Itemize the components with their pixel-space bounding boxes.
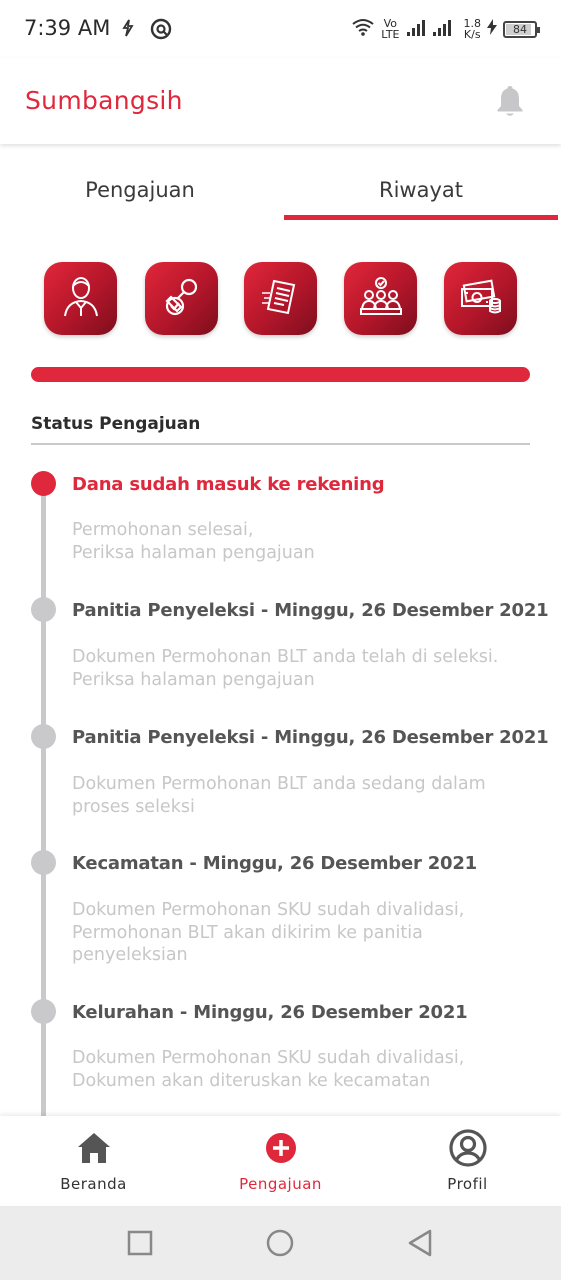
timeline-title: Panitia Penyeleksi - Minggu, 26 Desember… — [72, 600, 549, 621]
sync-icon — [120, 18, 136, 43]
timeline-title: Kecamatan - Minggu, 26 Desember 2021 — [72, 853, 477, 874]
vpn-icon — [150, 18, 172, 45]
timeline-dot — [31, 999, 56, 1024]
status-bar: 7:39 AM Vo LTE 1.8 K/s 84 — [0, 0, 561, 58]
process-steps — [44, 262, 524, 336]
tab-pengajuan[interactable]: Pengajuan — [0, 150, 280, 222]
person-icon — [61, 274, 101, 323]
step-person[interactable] — [44, 262, 117, 335]
back-button[interactable] — [404, 1226, 438, 1260]
home-icon — [76, 1130, 112, 1166]
plus-circle-icon — [263, 1130, 299, 1166]
timeline-description: Dokumen Permohonan BLT anda sedang dalam… — [72, 774, 486, 817]
committee-icon — [359, 275, 403, 322]
profile-icon — [448, 1128, 488, 1168]
tab-bar: Pengajuan Riwayat — [0, 150, 561, 222]
signal-icon — [406, 17, 458, 42]
nav-label: Beranda — [60, 1175, 127, 1193]
home-button[interactable] — [263, 1226, 297, 1260]
charging-icon — [487, 18, 497, 40]
nav-label: Profil — [447, 1175, 488, 1193]
timeline-title: Kelurahan - Minggu, 26 Desember 2021 — [72, 1002, 468, 1023]
document-icon — [260, 275, 302, 322]
step-committee[interactable] — [344, 262, 417, 335]
stamp-icon — [161, 275, 203, 322]
section-divider — [31, 443, 530, 445]
timeline-description: Dokumen Permohonan SKU sudah divalidasi,… — [72, 900, 465, 965]
money-icon — [459, 275, 503, 322]
timeline-connector — [41, 485, 46, 1125]
timeline-dot — [31, 597, 56, 622]
section-title: Status Pengajuan — [31, 414, 201, 434]
nav-beranda[interactable]: Beranda — [0, 1116, 187, 1206]
app-title: Sumbangsih — [25, 86, 183, 115]
bell-icon[interactable] — [495, 84, 525, 118]
timeline-title: Dana sudah masuk ke rekening — [72, 474, 385, 495]
app-header: Sumbangsih — [0, 58, 561, 144]
bottom-nav: Beranda Pengajuan Profil — [0, 1116, 561, 1206]
wifi-icon — [351, 17, 375, 42]
tab-riwayat[interactable]: Riwayat — [284, 150, 558, 222]
timeline-description: Dokumen Permohonan BLT anda telah di sel… — [72, 647, 499, 690]
timeline-dot — [31, 850, 56, 875]
system-nav-bar — [0, 1206, 561, 1280]
battery-icon: 84 — [503, 20, 540, 38]
recents-button[interactable] — [123, 1226, 157, 1260]
step-stamp[interactable] — [145, 262, 218, 335]
progress-bar — [31, 367, 530, 382]
step-money[interactable] — [444, 262, 517, 335]
network-speed: 1.8 K/s — [464, 18, 482, 40]
nav-label: Pengajuan — [239, 1175, 322, 1193]
volte-bottom: LTE — [381, 28, 400, 41]
timeline-title: Panitia Penyeleksi - Minggu, 26 Desember… — [72, 727, 549, 748]
timeline-description: Permohonan selesai, Periksa halaman peng… — [72, 520, 315, 563]
nav-profil[interactable]: Profil — [374, 1116, 561, 1206]
status-time: 7:39 AM — [24, 16, 111, 40]
speed-unit: K/s — [463, 28, 481, 41]
timeline-description: Dokumen Permohonan SKU sudah divalidasi,… — [72, 1048, 465, 1091]
timeline-dot-active — [31, 471, 56, 496]
battery-level: 84 — [513, 22, 527, 36]
tab-active-indicator — [284, 215, 558, 220]
timeline-dot — [31, 724, 56, 749]
status-right-group: Vo LTE 1.8 K/s 84 — [351, 14, 540, 44]
nav-pengajuan[interactable]: Pengajuan — [187, 1116, 374, 1206]
volte-indicator: Vo LTE — [381, 18, 399, 40]
step-document[interactable] — [244, 262, 317, 335]
